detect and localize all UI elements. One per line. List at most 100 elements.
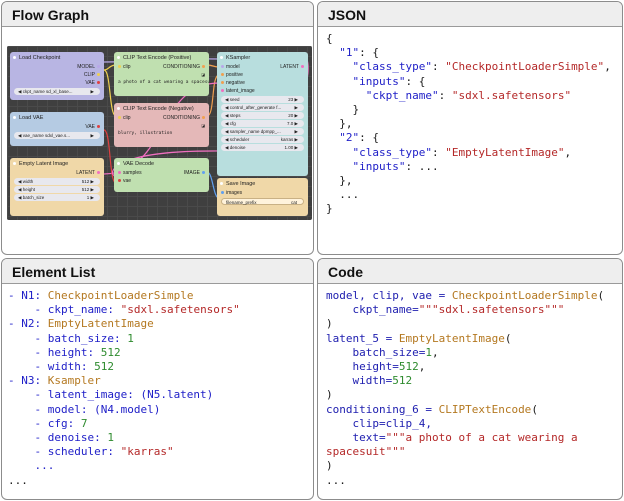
- denoise-widget[interactable]: ◀ denoise 1.00 ▶: [221, 144, 304, 151]
- code-token: - scheduler:: [8, 445, 121, 459]
- input-port-icon[interactable]: [221, 89, 224, 93]
- flow-graph-title: Flow Graph: [2, 2, 313, 27]
- code-token: : {: [359, 46, 379, 60]
- output-port-icon[interactable]: [97, 125, 100, 129]
- output-latent-label: LATENT: [280, 64, 299, 70]
- code-token: 512: [94, 360, 114, 374]
- cfg-widget[interactable]: ◀ cfg 7.0 ▶: [221, 120, 304, 127]
- json-line: {: [326, 32, 611, 46]
- node-ksampler[interactable]: KSampler model LATENT positive negative l…: [217, 52, 308, 176]
- code-token: },: [326, 117, 353, 131]
- node-clip-text-encode-positive[interactable]: CLIP Text Encode (Positive) clip CONDITIO…: [114, 52, 209, 96]
- code-line: model, clip, vae = CheckpointLoaderSimpl…: [326, 289, 604, 303]
- json-line: }: [326, 202, 611, 216]
- sampler-name-widget[interactable]: ◀ sampler_name dpmpp_... ▶: [221, 128, 304, 135]
- batch-size-widget[interactable]: ◀ batch_size 1 ▶: [14, 194, 100, 201]
- output-model-label: MODEL: [77, 64, 95, 70]
- input-positive-label: positive: [226, 72, 243, 78]
- code-token: ...: [8, 473, 28, 487]
- input-samples-label: samples: [123, 170, 142, 176]
- flow-graph-panel: Flow Graph Load Checkpoint MODEL CLIP VA…: [1, 1, 314, 255]
- element-list-line: - ckpt_name: "sdxl.safetensors": [8, 303, 239, 317]
- output-port-icon[interactable]: [97, 171, 100, 175]
- code-token: },: [326, 174, 353, 188]
- code-token: conditioning_6 =: [326, 402, 439, 416]
- code-token: EmptyLatentImage: [47, 317, 154, 331]
- code-line: ): [326, 388, 604, 402]
- code-token: :: [431, 60, 446, 74]
- code-token: ...: [326, 188, 360, 202]
- node-save-image[interactable]: Save Image images filename_prefix cat: [217, 178, 308, 216]
- node-clip-text-encode-negative[interactable]: CLIP Text Encode (Negative) clip CONDITIO…: [114, 103, 209, 147]
- input-model-label: model: [226, 64, 240, 70]
- code-line: latent_5 = EmptyLatentImage(: [326, 332, 604, 346]
- code-token: - batch_size:: [8, 331, 128, 345]
- output-port-icon[interactable]: [97, 65, 100, 69]
- output-conditioning-label: CONDITIONING: [163, 115, 200, 121]
- node-title: KSampler: [217, 52, 308, 63]
- input-port-icon[interactable]: [221, 73, 224, 77]
- code-token: CheckpointLoaderSimple: [47, 289, 194, 302]
- scheduler-widget[interactable]: ◀ scheduler karras ▶: [221, 136, 304, 143]
- input-port-icon[interactable]: [221, 65, 224, 69]
- element-list-line: ...: [8, 474, 240, 488]
- element-list-line: - N2: EmptyLatentImage: [8, 317, 240, 331]
- output-port-icon[interactable]: [202, 116, 205, 120]
- code-token: EmptyLatentImage: [398, 331, 505, 345]
- code-token: 1: [107, 431, 114, 445]
- code-token: latent_5 =: [326, 331, 399, 345]
- node-vae-decode[interactable]: VAE Decode samples IMAGE vae: [114, 158, 209, 192]
- control-after-generate-widget[interactable]: ◀ control_after_generate f... ▶: [221, 104, 304, 111]
- output-port-icon[interactable]: [301, 65, 304, 69]
- input-port-icon[interactable]: [118, 171, 121, 175]
- node-load-vae[interactable]: Load VAE VAE ◀ vae_name sdxl_vae.s... ▶: [10, 112, 104, 146]
- prompt-text[interactable]: blurry, illustration: [114, 130, 209, 138]
- node-empty-latent-image[interactable]: Empty Latent Image LATENT ◀ width 512 ▶ ◀…: [10, 158, 104, 216]
- input-port-icon[interactable]: [118, 179, 121, 183]
- input-port-icon[interactable]: [118, 116, 121, 120]
- input-clip-label: clip: [123, 115, 131, 121]
- code-token: "ckpt_name": [365, 88, 439, 102]
- height-widget[interactable]: ◀ height 512 ▶: [14, 186, 100, 193]
- code-token: : {: [405, 74, 426, 88]
- json-line: "class_type": "CheckpointLoaderSimple",: [326, 60, 611, 74]
- vae-name-widget[interactable]: ◀ vae_name sdxl_vae.s... ▶: [14, 132, 100, 139]
- input-port-icon[interactable]: [118, 65, 121, 69]
- node-graph-canvas[interactable]: Load Checkpoint MODEL CLIP VAE ◀ ckpt_na…: [7, 46, 312, 220]
- port-row: ◪: [201, 72, 205, 77]
- port-row: LATENT: [10, 169, 104, 177]
- filename-prefix-widget[interactable]: filename_prefix cat: [221, 198, 304, 205]
- element-list-panel: Element List - N1: CheckpointLoaderSimpl…: [1, 258, 314, 500]
- width-widget[interactable]: ◀ width 512 ▶: [14, 178, 100, 185]
- code-token: """a photo of a cat wearing a: [385, 431, 578, 445]
- prompt-text[interactable]: a photo of a cat wearing a spacesuit: [114, 79, 209, 87]
- steps-widget[interactable]: ◀ steps 20 ▶: [221, 112, 304, 119]
- element-list-block: - N1: CheckpointLoaderSimple - ckpt_name…: [8, 289, 240, 488]
- code-token: text=: [326, 431, 386, 445]
- ckpt-name-widget[interactable]: ◀ ckpt_name sd_xl_base... ▶: [14, 88, 100, 95]
- code-line: ): [326, 459, 604, 473]
- code-token: - denoise:: [8, 431, 108, 445]
- node-title: VAE Decode: [114, 158, 209, 169]
- input-port-icon[interactable]: [221, 81, 224, 85]
- code-token: 512: [398, 360, 419, 374]
- node-load-checkpoint[interactable]: Load Checkpoint MODEL CLIP VAE ◀ ckpt_na…: [10, 52, 104, 100]
- input-port-icon[interactable]: [221, 191, 224, 195]
- code-token: ckpt_name=: [326, 303, 419, 317]
- output-port-icon[interactable]: [202, 65, 205, 69]
- code-token: - ckpt_name:: [8, 303, 121, 317]
- output-port-icon[interactable]: [97, 73, 100, 77]
- code-token: - height:: [8, 345, 101, 359]
- code-token: - N1:: [8, 289, 48, 302]
- seed-widget[interactable]: ◀ seed 23 ▶: [221, 96, 304, 103]
- element-list-line: - batch_size: 1: [8, 332, 240, 346]
- output-port-icon[interactable]: [202, 171, 205, 175]
- code-token: 1: [425, 345, 432, 359]
- code-token: ): [326, 388, 333, 402]
- output-port-icon[interactable]: [97, 81, 100, 85]
- code-token: "2": [339, 131, 360, 145]
